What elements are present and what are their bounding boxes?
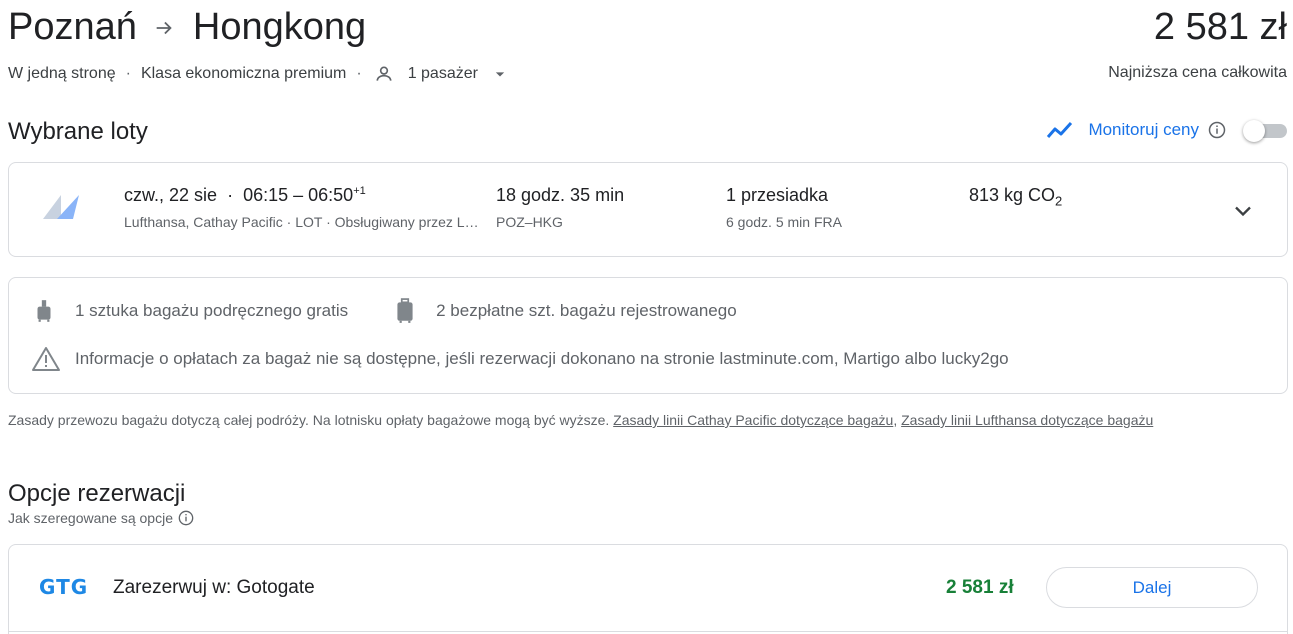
carry-on-text: 1 sztuka bagażu podręcznego gratis [75, 301, 349, 320]
baggage-policy: Zasady przewozu bagażu dotyczą całej pod… [8, 410, 1268, 430]
lufthansa-baggage-link[interactable]: Zasady linii Lufthansa dotyczące bagażu [901, 412, 1153, 428]
separator-dot: · [222, 185, 239, 205]
title-row: Poznań Hongkong 2 581 zł [8, 6, 1287, 54]
flight-card[interactable]: czw., 22 sie · 06:15 – 06:50+1 Lufthansa… [8, 162, 1288, 257]
baggage-allowance-row: 1 sztuka bagażu podręcznego gratis 2 bez… [31, 298, 781, 324]
flight-date: czw., 22 sie [124, 185, 218, 205]
flight-duration: 18 godz. 35 min [496, 185, 625, 205]
flight-layover: 6 godz. 5 min FRA [726, 214, 842, 230]
baggage-warning-row: Informacje o opłatach za bagaż nie są do… [31, 346, 1009, 372]
person-icon [376, 66, 392, 81]
emissions-value: 813 kg CO [969, 185, 1056, 205]
flight-airlines: Lufthansa, Cathay Pacific · LOT · Obsług… [124, 214, 486, 230]
flight-time-range: 06:15 – 06:50 [243, 185, 354, 205]
gotogate-logo: GTG [39, 575, 89, 599]
passenger-selector[interactable]: 1 pasażer [372, 64, 510, 84]
monitor-toggle[interactable] [1243, 118, 1287, 142]
route-heading: Poznań Hongkong [8, 6, 366, 49]
monitor-prices-label[interactable]: Monitoruj ceny [1088, 120, 1199, 140]
warning-icon [32, 347, 60, 371]
airline-logo-icon [43, 195, 79, 219]
continue-button[interactable]: Dalej [1046, 567, 1258, 608]
flight-times: czw., 22 sie · 06:15 – 06:50+1 [124, 185, 366, 206]
booking-provider-label: Zarezerwuj w: Gotogate [113, 577, 315, 598]
chevron-down-icon[interactable] [1229, 197, 1257, 225]
emissions-subscript: 2 [1055, 193, 1063, 209]
flight-route-codes: POZ–HKG [496, 214, 563, 230]
separator-dot: · [356, 65, 362, 82]
booking-options-subtitle[interactable]: Jak szeregowane są opcje [8, 510, 194, 526]
total-price: 2 581 zł [1153, 6, 1287, 48]
carry-on-bag-icon [37, 300, 51, 322]
day-offset: +1 [353, 185, 366, 197]
booking-option-card: GTG Zarezerwuj w: Gotogate 2 581 zł Dale… [8, 544, 1288, 634]
checked-bag-item: 2 bezpłatne szt. bagażu rejestrowanego [392, 298, 737, 324]
trip-type: W jedną stronę [8, 65, 116, 82]
price-note: Najniższa cena całkowita [1108, 64, 1287, 81]
caret-down-icon [495, 72, 505, 77]
cabin-class: Klasa ekonomiczna premium [140, 65, 347, 82]
baggage-warning-text: Informacje o opłatach za bagaż nie są do… [75, 349, 1009, 368]
price-monitor: Monitoruj ceny [1046, 118, 1287, 142]
divider [9, 631, 1287, 632]
flight-stops: 1 przesiadka [726, 185, 829, 205]
passenger-count: 1 pasażer [407, 65, 478, 82]
flight-emissions: 813 kg CO2 [969, 185, 1062, 209]
policy-separator: , [893, 412, 902, 428]
arrow-right-icon [156, 21, 172, 34]
booking-price: 2 581 zł [946, 577, 1014, 598]
checked-bag-icon [397, 298, 413, 323]
selected-flights-header: Wybrane loty Monitoruj ceny [8, 116, 1287, 148]
origin-city: Poznań [8, 6, 137, 48]
info-icon[interactable] [178, 510, 194, 526]
baggage-card: 1 sztuka bagażu podręcznego gratis 2 bez… [8, 277, 1288, 394]
section-title: Wybrane loty [8, 118, 148, 145]
trip-meta-row: W jedną stronę · Klasa ekonomiczna premi… [8, 64, 1287, 86]
info-icon[interactable] [1208, 121, 1226, 139]
carry-on-item: 1 sztuka bagażu podręcznego gratis [31, 298, 348, 324]
checked-bag-text: 2 bezpłatne szt. bagażu rejestrowanego [436, 301, 737, 320]
trend-icon [1047, 121, 1073, 138]
destination-city: Hongkong [192, 6, 367, 48]
policy-text: Zasady przewozu bagażu dotyczą całej pod… [8, 412, 614, 428]
booking-options-title: Opcje rezerwacji [8, 480, 186, 507]
toggle-knob [1243, 120, 1265, 142]
ranking-info-text: Jak szeregowane są opcje [8, 510, 173, 526]
separator-dot: · [125, 65, 131, 82]
cathay-baggage-link[interactable]: Zasady linii Cathay Pacific dotyczące ba… [613, 412, 893, 428]
